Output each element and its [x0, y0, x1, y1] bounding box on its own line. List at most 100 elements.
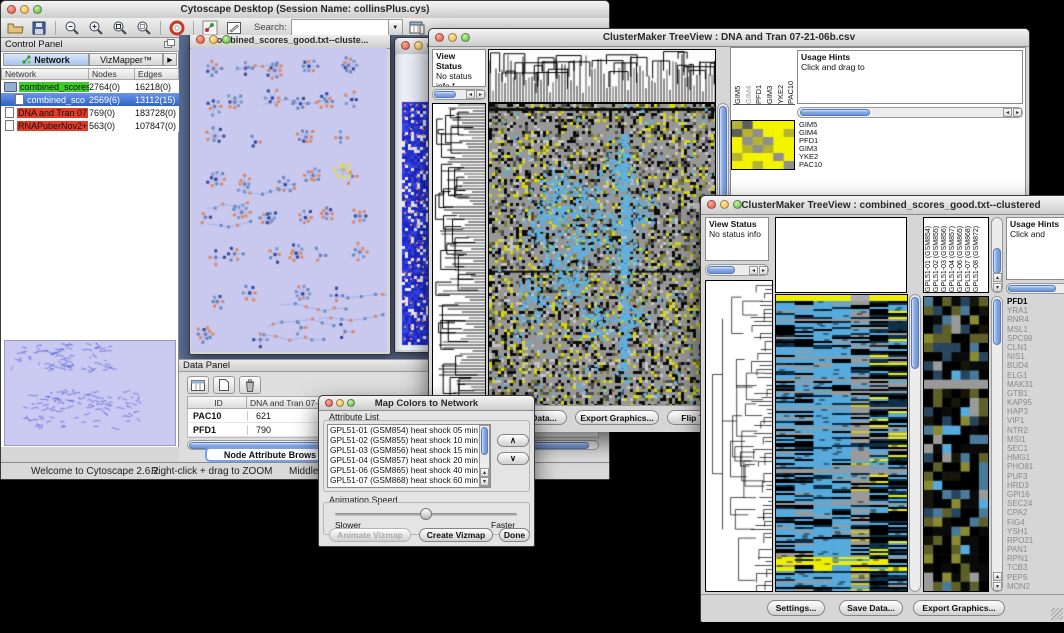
save-session-icon[interactable]	[29, 19, 49, 36]
tv2-col-labels-vscrollbar[interactable]: ▴ ▾	[991, 217, 1003, 293]
scroll-up-icon[interactable]: ▴	[480, 468, 489, 477]
scrollbar-thumb[interactable]	[434, 91, 456, 98]
attribute-list-item[interactable]: GPL51-01 (GSM854) heat shock 05 min	[328, 425, 490, 435]
scrollbar-thumb[interactable]	[993, 248, 1001, 274]
tv2-save-data-button[interactable]: Save Data...	[839, 600, 903, 616]
scrollbar-thumb[interactable]	[1008, 285, 1056, 292]
scroll-up-icon[interactable]: ▴	[993, 273, 1002, 282]
tv1-heatmap-canvas[interactable]	[489, 104, 715, 407]
zoom-selected-icon[interactable]	[134, 19, 154, 36]
scroll-right-icon[interactable]: ▸	[759, 266, 768, 275]
zoom-icon[interactable]	[461, 33, 470, 42]
close-icon[interactable]	[707, 200, 716, 209]
zoom-icon[interactable]	[733, 200, 742, 209]
minimize-icon[interactable]	[448, 33, 457, 42]
col-header-id[interactable]: ID	[187, 396, 247, 409]
tv1-status-hscrollbar[interactable]: ◂ ▸	[432, 89, 486, 100]
create-network-icon[interactable]	[200, 19, 220, 36]
scroll-left-icon[interactable]: ◂	[749, 266, 758, 275]
scroll-down-icon[interactable]: ▾	[993, 582, 1002, 591]
search-input[interactable]	[291, 19, 389, 36]
window-controls[interactable]	[7, 5, 42, 14]
minimize-icon[interactable]	[20, 5, 29, 14]
tv1-zoom-heatmap[interactable]	[731, 120, 795, 170]
network-row[interactable]: RNAPuberNov2+563(0)107847(0)	[1, 119, 179, 132]
window-controls[interactable]	[325, 399, 355, 407]
network-view-1-canvas[interactable]	[191, 48, 387, 352]
col-header-edges[interactable]: Edges	[135, 68, 179, 80]
search-dropdown-icon[interactable]: ▼	[389, 19, 403, 36]
scroll-right-icon[interactable]: ▸	[476, 90, 485, 99]
scrollbar-thumb[interactable]	[800, 109, 870, 116]
tab-network[interactable]: Network	[3, 53, 89, 66]
network-overview-canvas[interactable]	[5, 341, 175, 445]
zoom-icon[interactable]	[347, 399, 355, 407]
tv2-row-dendrogram[interactable]	[705, 280, 773, 592]
col-header-nodes[interactable]: Nodes	[89, 68, 135, 80]
tv2-zoom-heatmap-canvas[interactable]	[924, 297, 988, 591]
tv2-zoom-heatmap[interactable]	[923, 296, 989, 592]
scroll-right-icon[interactable]: ▸	[1013, 108, 1022, 117]
window-controls[interactable]	[435, 33, 470, 42]
zoom-in-icon[interactable]	[86, 19, 106, 36]
minimize-icon[interactable]	[209, 35, 218, 44]
tv1-col-dendrogram-canvas[interactable]	[489, 50, 715, 102]
col-header-network[interactable]: Network	[1, 68, 89, 80]
scrollbar-thumb[interactable]	[911, 297, 919, 369]
tab-vizmapper[interactable]: VizMapper™	[89, 53, 163, 66]
tv2-row-dendrogram-canvas[interactable]	[706, 281, 772, 591]
tv2-gene-vscrollbar[interactable]: ▴ ▾	[991, 296, 1003, 592]
tv1-col-dendrogram[interactable]	[488, 49, 716, 103]
done-button[interactable]: Done	[499, 528, 530, 542]
attribute-list-item[interactable]: GPL51-06 (GSM865) heat shock 40 min	[328, 465, 490, 475]
scrollbar-thumb[interactable]	[993, 299, 1001, 345]
main-title-bar[interactable]: Cytoscape Desktop (Session Name: collins…	[1, 1, 609, 19]
tv1-heatmap[interactable]	[488, 103, 716, 408]
new-attribute-icon[interactable]	[213, 376, 235, 394]
animation-speed-slider-thumb[interactable]	[420, 508, 432, 520]
treeview2-title-bar[interactable]: ClusterMaker TreeView : combined_scores_…	[701, 196, 1064, 215]
scroll-down-icon[interactable]: ▾	[480, 477, 489, 486]
zoom-out-icon[interactable]	[62, 19, 82, 36]
close-icon[interactable]	[435, 33, 444, 42]
tv1-export-graphics-button[interactable]: Export Graphics...	[575, 410, 659, 425]
scrollbar-thumb[interactable]	[481, 427, 488, 455]
minimize-icon[interactable]	[720, 200, 729, 209]
network-row[interactable]: combined_scores2764(0)16218(0)	[1, 80, 179, 93]
network-view-1-title-bar[interactable]: combined_scores_good.txt--cluste...	[190, 35, 390, 49]
help-lifering-icon[interactable]	[167, 19, 187, 36]
close-icon[interactable]	[325, 399, 333, 407]
tv1-zoom-hscrollbar[interactable]: ◂ ▸	[797, 107, 1023, 118]
tab-overflow-arrow[interactable]: ▶	[163, 53, 177, 66]
network-row[interactable]: DNA and Tran 07769(0)183728(0)	[1, 106, 179, 119]
tv2-heatmap-canvas[interactable]	[776, 295, 907, 591]
scroll-down-icon[interactable]: ▾	[993, 283, 1002, 292]
create-vizmap-button[interactable]: Create Vizmap	[419, 528, 493, 542]
move-down-button[interactable]: ∨	[497, 452, 529, 465]
minimize-icon[interactable]	[414, 41, 423, 50]
node-attribute-browser-tab[interactable]: Node Attribute Brows	[205, 447, 335, 462]
attribute-list-item[interactable]: GPL51-03 (GSM856) heat shock 15 min	[328, 445, 490, 455]
resize-grip[interactable]	[1051, 608, 1063, 620]
minimize-icon[interactable]	[336, 399, 344, 407]
window-controls[interactable]	[707, 200, 742, 209]
delete-attribute-icon[interactable]	[239, 376, 261, 394]
network-overview[interactable]	[4, 340, 176, 446]
tv2-heatmap[interactable]	[775, 294, 908, 592]
attribute-list-item[interactable]: GPL51-02 (GSM855) heat shock 10 min	[328, 435, 490, 445]
tv2-heatmap-vscrollbar[interactable]	[909, 294, 921, 592]
select-attributes-icon[interactable]	[187, 376, 209, 394]
float-panel-icon[interactable]	[164, 39, 175, 51]
attribute-list-vscrollbar[interactable]: ▴ ▾	[479, 425, 490, 487]
tv2-usage-hscrollbar[interactable]	[1006, 283, 1064, 294]
tv1-row-dendrogram[interactable]	[432, 103, 486, 408]
zoom-icon[interactable]	[222, 35, 231, 44]
scroll-left-icon[interactable]: ◂	[1003, 108, 1012, 117]
treeview1-title-bar[interactable]: ClusterMaker TreeView : DNA and Tran 07-…	[429, 29, 1029, 47]
scrollbar-thumb[interactable]	[707, 266, 735, 274]
tv1-row-dendrogram-canvas[interactable]	[433, 104, 485, 407]
close-icon[interactable]	[7, 5, 16, 14]
tv2-status-hscrollbar[interactable]: ◂ ▸	[705, 264, 769, 276]
zoom-icon[interactable]	[33, 5, 42, 14]
tv1-zoom-heatmap-canvas[interactable]	[732, 121, 794, 169]
